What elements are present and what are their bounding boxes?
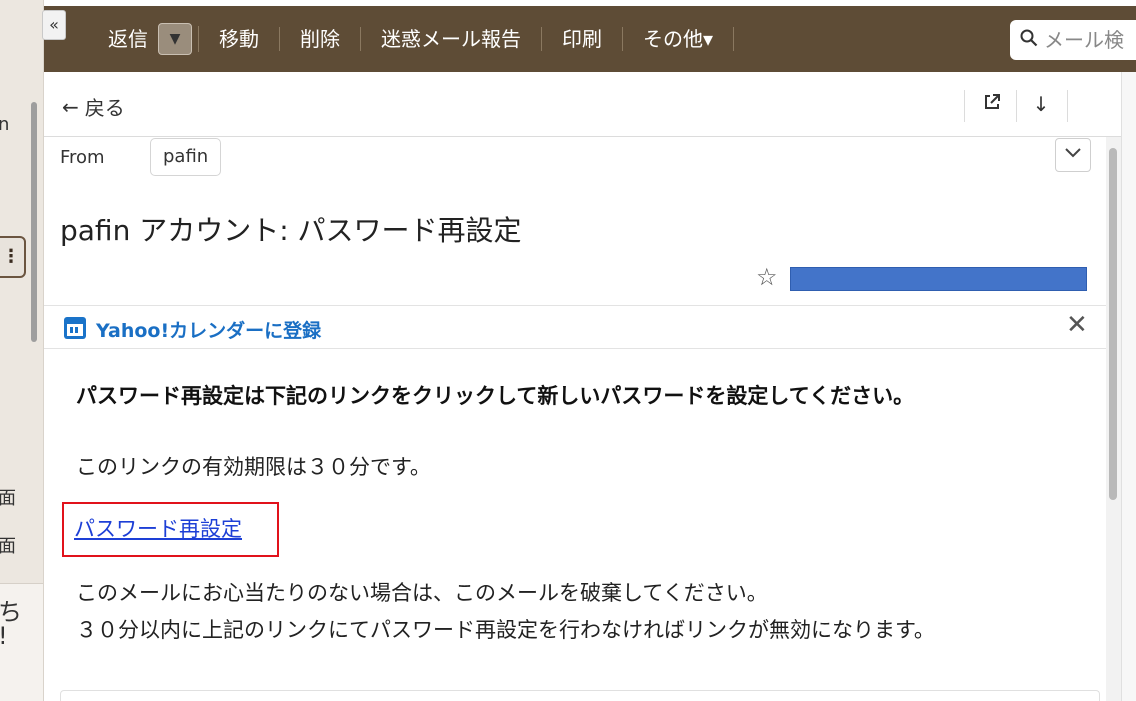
left-sidebar: n ⋮ 面 面 ち ! — [0, 0, 44, 701]
expand-header-button[interactable] — [1055, 138, 1091, 172]
message-action-bar: ← 戻る ↓ — [44, 72, 1121, 137]
sidebar-scrollbar[interactable] — [31, 102, 37, 342]
search-icon — [1020, 28, 1044, 52]
search-input[interactable] — [1044, 28, 1136, 52]
move-button[interactable]: 移動 — [199, 27, 280, 51]
action-divider — [1016, 90, 1017, 122]
mail-app: n ⋮ 面 面 ち ! « 返信 ▼ 移動 削除 迷惑メール報告 印刷 その他▾… — [0, 0, 1136, 701]
from-label: From — [60, 147, 105, 168]
arrow-left-icon: ← — [62, 94, 79, 119]
window-right-edge — [1121, 72, 1136, 701]
back-label: 戻る — [84, 96, 125, 120]
body-instruction: パスワード再設定は下記のリンクをクリックして新しいパスワードを設定してください。 — [76, 384, 915, 408]
sidebar-cutoff-text: 面 — [0, 532, 16, 558]
mail-subject: pafin アカウント: パスワード再設定 — [60, 214, 522, 247]
mail-view: From pafin pafin アカウント: パスワード再設定 ☆ Yahoo… — [44, 137, 1106, 701]
caret-down-icon: ▾ — [703, 27, 714, 51]
arrow-down-icon[interactable]: ↓ — [1026, 92, 1056, 116]
redacted-date — [790, 267, 1087, 291]
open-in-new-window-icon[interactable] — [977, 92, 1007, 117]
sidebar-menu-button[interactable]: ⋮ — [0, 236, 26, 278]
reply-button[interactable]: 返信 — [88, 27, 158, 51]
calendar-bar: Yahoo!カレンダーに登録 ✕ — [44, 305, 1106, 349]
delete-button[interactable]: 削除 — [280, 27, 361, 51]
collapse-sidebar-button[interactable]: « — [42, 10, 66, 40]
action-divider — [964, 90, 965, 122]
calendar-icon — [64, 317, 86, 339]
password-reset-link[interactable]: パスワード再設定 — [74, 513, 242, 543]
sidebar-bottom-panel: ち ! — [0, 583, 43, 701]
body-note-2: ３０分以内に上記のリンクにてパスワード再設定を行わなければリンクが無効になります… — [76, 618, 935, 642]
print-button[interactable]: 印刷 — [542, 27, 623, 51]
back-button[interactable]: ← 戻る — [62, 92, 125, 121]
sidebar-cutoff-text: 面 — [0, 484, 16, 510]
report-spam-button[interactable]: 迷惑メール報告 — [361, 27, 542, 51]
mail-search-box[interactable] — [1010, 20, 1136, 60]
sidebar-cutoff-text: ! — [0, 622, 8, 650]
kebab-icon: ⋮ — [2, 246, 20, 267]
action-divider — [1067, 90, 1068, 122]
sender-chip[interactable]: pafin — [150, 138, 222, 176]
star-icon[interactable]: ☆ — [756, 263, 778, 291]
chevron-down-icon — [1065, 148, 1081, 158]
reply-options-dropdown[interactable]: ▼ — [158, 23, 192, 55]
mail-toolbar: 返信 ▼ 移動 削除 迷惑メール報告 印刷 その他▾ — [44, 6, 1136, 72]
body-note-1: このメールにお心当たりのない場合は、このメールを破棄してください。 — [76, 581, 768, 605]
next-section-card — [60, 690, 1100, 701]
close-icon[interactable]: ✕ — [1066, 310, 1088, 340]
more-label: その他 — [643, 27, 703, 51]
add-to-calendar-link[interactable]: Yahoo!カレンダーに登録 — [96, 316, 321, 343]
sidebar-cutoff-text: n — [0, 114, 9, 135]
more-menu-button[interactable]: その他▾ — [623, 27, 735, 51]
body-validity-text: このリンクの有効期限は３０分です。 — [76, 455, 431, 479]
triangle-down-icon: ▼ — [169, 31, 181, 47]
mail-scrollbar-thumb[interactable] — [1109, 148, 1117, 500]
